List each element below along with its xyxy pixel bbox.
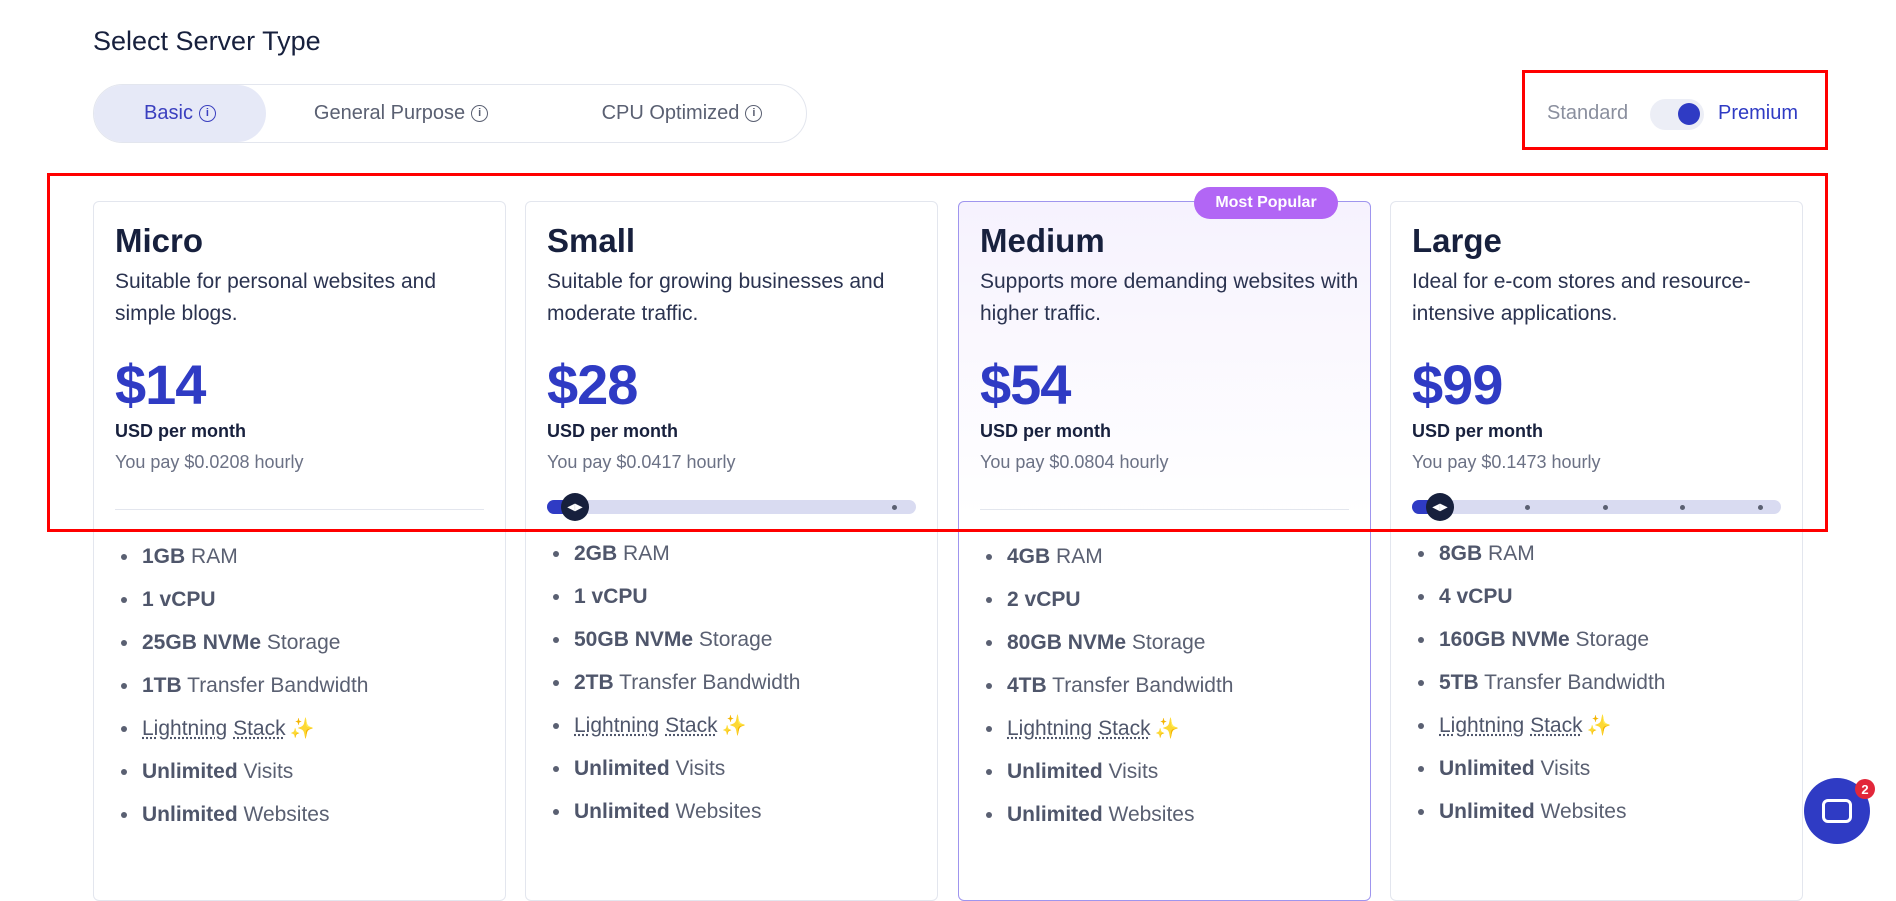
list-item: 1 vCPU	[547, 583, 800, 626]
tab-label: CPU Optimized	[601, 102, 740, 124]
tab-label: General Purpose	[313, 102, 466, 124]
list-item: 5TB Transfer Bandwidth	[1412, 669, 1665, 712]
info-icon[interactable]: i	[745, 105, 763, 122]
list-item: Unlimited Websites	[547, 798, 800, 841]
list-item: Unlimited Websites	[115, 801, 368, 844]
premium-label[interactable]: Premium	[1718, 102, 1798, 125]
list-item: Unlimited Websites	[1412, 798, 1665, 841]
feature-list: 2GB RAM 1 vCPU 50GB NVMe Storage 2TB Tra…	[547, 540, 800, 841]
sparkle-icon: ✨	[1154, 718, 1180, 740]
list-item-lightning[interactable]: Lightning Stack ✨	[547, 712, 800, 755]
info-icon[interactable]: i	[471, 105, 489, 122]
list-item: Unlimited Visits	[115, 758, 368, 801]
feature-list: 1GB RAM 1 vCPU 25GB NVMe Storage 1TB Tra…	[115, 543, 368, 844]
list-item: Unlimited Visits	[980, 758, 1233, 801]
server-type-tabs: Basic i General Purpose i CPU Optimized i	[93, 84, 807, 143]
chat-icon	[1822, 799, 1852, 823]
list-item: 1GB RAM	[115, 543, 368, 586]
list-item: Unlimited Visits	[547, 755, 800, 798]
chat-badge: 2	[1855, 779, 1875, 799]
list-item: 4 vCPU	[1412, 583, 1665, 626]
sparkle-icon: ✨	[289, 718, 315, 740]
list-item: 8GB RAM	[1412, 540, 1665, 583]
standard-label[interactable]: Standard	[1547, 102, 1628, 125]
list-item: 25GB NVMe Storage	[115, 629, 368, 672]
list-item: Unlimited Websites	[980, 801, 1233, 844]
tier-toggle-knob[interactable]	[1678, 103, 1700, 125]
tab-basic[interactable]: Basic i	[94, 85, 266, 142]
feature-list: 8GB RAM 4 vCPU 160GB NVMe Storage 5TB Tr…	[1412, 540, 1665, 841]
list-item-lightning[interactable]: Lightning Stack ✨	[1412, 712, 1665, 755]
list-item: 4GB RAM	[980, 543, 1233, 586]
tab-general-purpose[interactable]: General Purpose i	[286, 85, 516, 142]
list-item: 80GB NVMe Storage	[980, 629, 1233, 672]
feature-list: 4GB RAM 2 vCPU 80GB NVMe Storage 4TB Tra…	[980, 543, 1233, 844]
page-title: Select Server Type	[93, 26, 321, 56]
list-item-lightning[interactable]: Lightning Stack ✨	[980, 715, 1233, 758]
list-item: Unlimited Visits	[1412, 755, 1665, 798]
sparkle-icon: ✨	[1586, 715, 1612, 737]
list-item: 160GB NVMe Storage	[1412, 626, 1665, 669]
cards-highlight-box	[47, 173, 1828, 532]
list-item: 2 vCPU	[980, 586, 1233, 629]
list-item: 50GB NVMe Storage	[547, 626, 800, 669]
sparkle-icon: ✨	[721, 715, 747, 737]
tab-label: Basic	[144, 102, 193, 124]
list-item: 1 vCPU	[115, 586, 368, 629]
info-icon[interactable]: i	[198, 105, 216, 122]
list-item-lightning[interactable]: Lightning Stack ✨	[115, 715, 368, 758]
list-item: 2TB Transfer Bandwidth	[547, 669, 800, 712]
list-item: 2GB RAM	[547, 540, 800, 583]
tab-cpu-optimized[interactable]: CPU Optimized i	[572, 85, 792, 142]
list-item: 4TB Transfer Bandwidth	[980, 672, 1233, 715]
list-item: 1TB Transfer Bandwidth	[115, 672, 368, 715]
